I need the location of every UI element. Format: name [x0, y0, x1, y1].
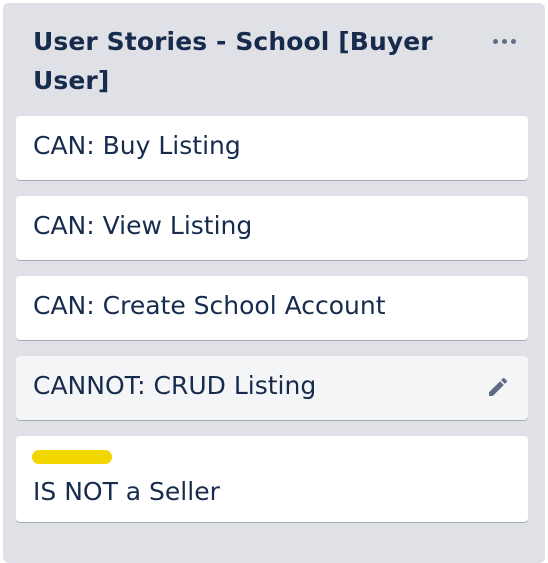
card-label-yellow[interactable]: [32, 450, 112, 464]
card-title: CAN: Create School Account: [33, 291, 386, 320]
card-buy-listing[interactable]: CAN: Buy Listing: [16, 116, 528, 180]
card-title: CANNOT: CRUD Listing: [33, 371, 317, 400]
list-menu-button[interactable]: [483, 23, 525, 59]
more-horizontal-icon: [501, 38, 507, 44]
card-title: CAN: View Listing: [33, 211, 253, 240]
card-is-not-a-seller[interactable]: IS NOT a Seller: [16, 436, 528, 522]
list-header[interactable]: User Stories - School [Buyer User]: [3, 3, 545, 111]
list-title[interactable]: User Stories - School [Buyer User]: [33, 22, 463, 100]
card-cannot-crud-listing[interactable]: CANNOT: CRUD Listing: [16, 356, 528, 420]
card-create-school-account[interactable]: CAN: Create School Account: [16, 276, 528, 340]
list-column: User Stories - School [Buyer User] CAN: …: [3, 3, 545, 563]
pencil-edit-icon[interactable]: [486, 375, 510, 399]
more-horizontal-icon: [510, 38, 516, 44]
card-title: IS NOT a Seller: [33, 477, 220, 506]
more-horizontal-icon: [492, 38, 498, 44]
card-view-listing[interactable]: CAN: View Listing: [16, 196, 528, 260]
card-title: CAN: Buy Listing: [33, 131, 241, 160]
